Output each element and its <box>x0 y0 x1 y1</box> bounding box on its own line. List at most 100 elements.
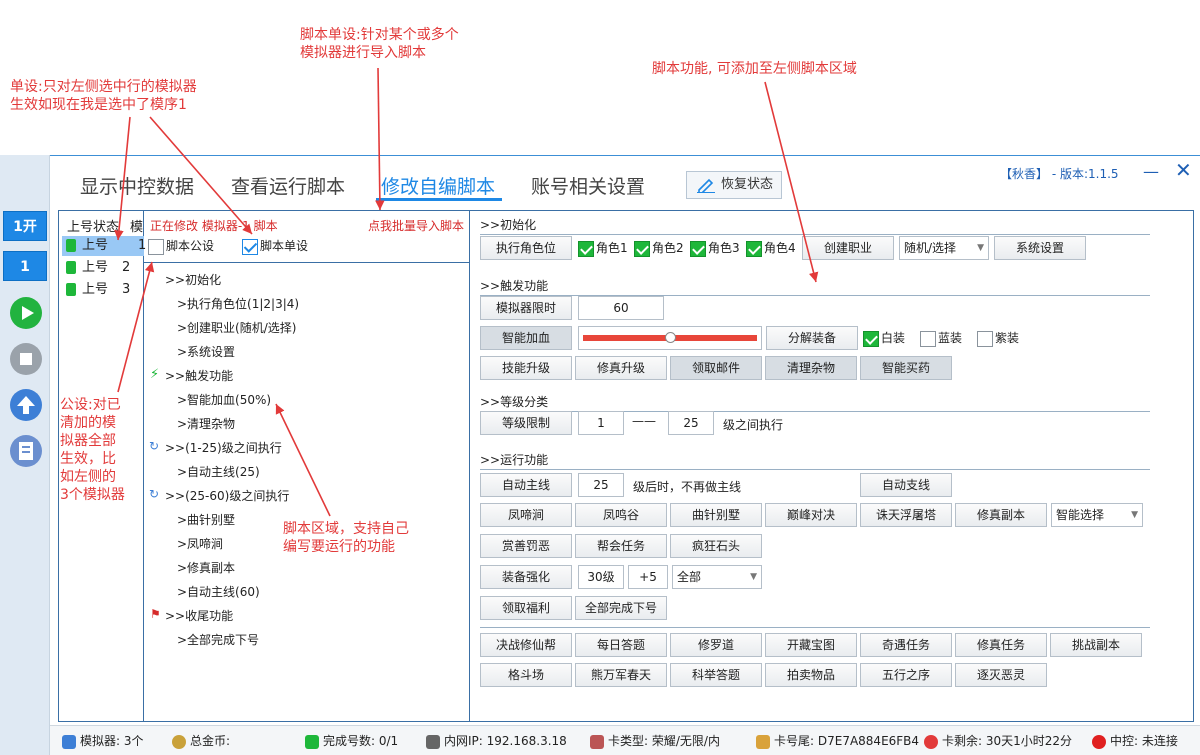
tab-show-control-data[interactable]: 显示中控数据 <box>80 172 194 199</box>
checkbox-label: 蓝装 <box>938 331 963 345</box>
money-bag-icon <box>172 734 186 749</box>
decompose-equip-button[interactable]: 分解装备 <box>766 326 858 350</box>
tree-item[interactable]: >曲针别墅 <box>177 511 235 528</box>
batch-import-link[interactable]: 点我批量导入脚本 <box>368 217 464 234</box>
tab-view-running-scripts[interactable]: 查看运行脚本 <box>231 172 345 199</box>
role4-checkbox[interactable]: 角色4 <box>746 238 796 258</box>
all-done-logout-button[interactable]: 全部完成下号 <box>575 596 667 620</box>
row-num: 2 <box>122 260 131 275</box>
smart-choice-select[interactable]: 智能选择 ▼ <box>1051 503 1143 527</box>
level-to-input[interactable]: 25 <box>668 411 714 435</box>
role1-checkbox[interactable]: 角色1 <box>578 238 628 258</box>
clean-items-button[interactable]: 清理杂物 <box>765 356 857 380</box>
list-row[interactable]: 上号 2 <box>62 258 144 278</box>
tab-edit-custom-script[interactable]: 修改自编脚本 <box>381 172 495 199</box>
auto-main-input[interactable]: 25 <box>578 473 624 497</box>
equip-scope-select[interactable]: 全部 ▼ <box>672 565 762 589</box>
task-button[interactable]: 格斗场 <box>480 663 572 687</box>
auto-branch-button[interactable]: 自动支线 <box>860 473 952 497</box>
minimize-icon[interactable]: — <box>1143 162 1159 181</box>
claim-welfare-button[interactable]: 领取福利 <box>480 596 572 620</box>
level-from-input[interactable]: 1 <box>578 411 624 435</box>
task-button[interactable]: 挑战副本 <box>1050 633 1142 657</box>
task-button[interactable]: 奇遇任务 <box>860 633 952 657</box>
annotation-single: 单设:只对左侧选中行的模拟器 生效如现在我是选中了模序1 <box>10 79 197 113</box>
auto-main-button[interactable]: 自动主线 <box>480 473 572 497</box>
tab-account-settings[interactable]: 账号相关设置 <box>531 172 645 199</box>
task-button[interactable]: 熊万军春天 <box>575 663 667 687</box>
tree-item[interactable]: >全部完成下号 <box>177 631 259 648</box>
tree-item[interactable]: >创建职业(随机/选择) <box>177 319 296 336</box>
tree-item[interactable]: >智能加血(50%) <box>177 391 271 408</box>
task-button[interactable]: 拍卖物品 <box>765 663 857 687</box>
level-limit-button[interactable]: 等级限制 <box>480 411 572 435</box>
role2-checkbox[interactable]: 角色2 <box>634 238 684 258</box>
tree-item[interactable]: >清理杂物 <box>177 415 235 432</box>
sim-limit-button[interactable]: 模拟器限时 <box>480 296 572 320</box>
play-icon[interactable] <box>10 297 42 329</box>
white-equip-checkbox[interactable]: 白装 <box>863 328 905 348</box>
run-button[interactable]: 赏善罚恶 <box>480 534 572 558</box>
exec-role-button[interactable]: 执行角色位 <box>480 236 572 260</box>
checkbox-label: 角色3 <box>708 241 740 255</box>
tree-item[interactable]: >自动主线(60) <box>177 583 260 600</box>
tree-item-trigger[interactable]: >>触发功能 <box>165 367 233 384</box>
script-single-checkbox[interactable]: 脚本单设 <box>242 236 308 256</box>
equip-plus-input[interactable]: +5 <box>628 565 668 589</box>
tree-item-level-1-25[interactable]: >>(1-25)级之间执行 <box>165 439 282 456</box>
run-button[interactable]: 修真副本 <box>955 503 1047 527</box>
role3-checkbox[interactable]: 角色3 <box>690 238 740 258</box>
run-button[interactable]: 曲针别墅 <box>670 503 762 527</box>
blue-equip-checkbox[interactable]: 蓝装 <box>920 328 962 348</box>
close-icon[interactable]: ✕ <box>1175 158 1192 182</box>
upload-icon[interactable] <box>10 389 42 421</box>
list-row[interactable]: 上号 1 <box>62 236 146 256</box>
status-card-tail: 卡号尾: D7E7A884E6FB4 <box>756 732 919 749</box>
tree-item[interactable]: >自动主线(25) <box>177 463 260 480</box>
run-button[interactable]: 疯狂石头 <box>670 534 762 558</box>
task-button[interactable]: 决战修仙帮 <box>480 633 572 657</box>
flag-icon: ⚑ <box>150 607 161 621</box>
notes-icon[interactable] <box>10 435 42 467</box>
claim-mail-button[interactable]: 领取邮件 <box>670 356 762 380</box>
select-value: 随机/选择 <box>904 241 957 255</box>
tree-item[interactable]: >凤啼涧 <box>177 535 223 552</box>
task-button[interactable]: 修真任务 <box>955 633 1047 657</box>
run-button[interactable]: 帮会任务 <box>575 534 667 558</box>
tree-item[interactable]: >修真副本 <box>177 559 235 576</box>
tree-item-level-25-60[interactable]: >>(25-60)级之间执行 <box>165 487 289 504</box>
equip-level-input[interactable]: 30级 <box>578 565 624 589</box>
tree-item[interactable]: >系统设置 <box>177 343 235 360</box>
equip-enhance-button[interactable]: 装备强化 <box>480 565 572 589</box>
open-count-button[interactable]: 1开 <box>3 211 47 241</box>
run-button[interactable]: 巅峰对决 <box>765 503 857 527</box>
tree-item[interactable]: >执行角色位(1|2|3|4) <box>177 295 299 312</box>
run-button[interactable]: 凤啼涧 <box>480 503 572 527</box>
task-button[interactable]: 逐灭恶灵 <box>955 663 1047 687</box>
tree-item-finish[interactable]: >>收尾功能 <box>165 607 233 624</box>
purple-equip-checkbox[interactable]: 紫装 <box>977 328 1019 348</box>
heal-slider-thumb[interactable] <box>665 332 676 343</box>
smart-buy-potion-button[interactable]: 智能买药 <box>860 356 952 380</box>
create-job-button[interactable]: 创建职业 <box>802 236 894 260</box>
run-button[interactable]: 诛天浮屠塔 <box>860 503 952 527</box>
restore-status-button[interactable]: 恢复状态 <box>686 171 782 199</box>
task-button[interactable]: 每日答题 <box>575 633 667 657</box>
sim-limit-input[interactable]: 60 <box>578 296 664 320</box>
system-settings-button[interactable]: 系统设置 <box>994 236 1086 260</box>
skill-upgrade-button[interactable]: 技能升级 <box>480 356 572 380</box>
cultivation-upgrade-button[interactable]: 修真升级 <box>575 356 667 380</box>
list-row[interactable]: 上号 3 <box>62 280 144 300</box>
tree-item-init[interactable]: >>初始化 <box>165 271 221 288</box>
task-button[interactable]: 五行之序 <box>860 663 952 687</box>
task-button[interactable]: 开藏宝图 <box>765 633 857 657</box>
task-button[interactable]: 修罗道 <box>670 633 762 657</box>
smart-heal-button[interactable]: 智能加血 <box>480 326 572 350</box>
stop-icon[interactable] <box>10 343 42 375</box>
script-public-checkbox[interactable]: 脚本公设 <box>148 236 214 256</box>
heal-slider[interactable] <box>578 326 762 350</box>
job-select[interactable]: 随机/选择 ▼ <box>899 236 989 260</box>
task-button[interactable]: 科举答题 <box>670 663 762 687</box>
run-button[interactable]: 凤鸣谷 <box>575 503 667 527</box>
selected-count-button[interactable]: 1 <box>3 251 47 281</box>
